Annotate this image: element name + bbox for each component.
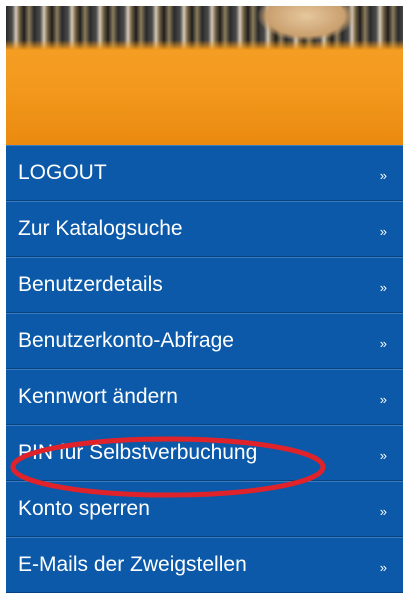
menu-item-self-checkout-pin[interactable]: PIN für Selbstverbuchung »: [6, 425, 403, 481]
header-banner: [6, 6, 403, 145]
menu-item-label: LOGOUT: [18, 161, 107, 184]
double-chevron-right-icon: »: [379, 223, 387, 239]
double-chevron-right-icon: »: [379, 503, 387, 519]
menu-item-label: Zur Katalogsuche: [18, 217, 183, 240]
menu-item-label: Benutzerkonto-Abfrage: [18, 329, 234, 352]
double-chevron-right-icon: »: [379, 335, 387, 351]
library-banner-photo: [6, 6, 403, 50]
menu-item-label: Konto sperren: [18, 497, 150, 520]
menu-item-label: PIN für Selbstverbuchung: [18, 441, 258, 464]
account-menu: LOGOUT » Zur Katalogsuche » Benutzerdeta…: [6, 145, 403, 593]
menu-item-user-details[interactable]: Benutzerdetails »: [6, 257, 403, 313]
double-chevron-right-icon: »: [379, 391, 387, 407]
menu-item-label: E-Mails der Zweigstellen: [18, 553, 247, 576]
double-chevron-right-icon: »: [379, 559, 387, 575]
menu-item-label: Kennwort ändern: [18, 385, 178, 408]
menu-item-catalog-search[interactable]: Zur Katalogsuche »: [6, 201, 403, 257]
menu-item-logout[interactable]: LOGOUT »: [6, 145, 403, 201]
double-chevron-right-icon: »: [379, 447, 387, 463]
double-chevron-right-icon: »: [379, 167, 387, 183]
menu-item-branch-emails[interactable]: E-Mails der Zweigstellen »: [6, 537, 403, 593]
menu-item-lock-account[interactable]: Konto sperren »: [6, 481, 403, 537]
double-chevron-right-icon: »: [379, 279, 387, 295]
menu-item-label: Benutzerdetails: [18, 273, 163, 296]
menu-item-account-query[interactable]: Benutzerkonto-Abfrage »: [6, 313, 403, 369]
sidebar-panel: LOGOUT » Zur Katalogsuche » Benutzerdeta…: [6, 6, 403, 593]
menu-item-change-password[interactable]: Kennwort ändern »: [6, 369, 403, 425]
